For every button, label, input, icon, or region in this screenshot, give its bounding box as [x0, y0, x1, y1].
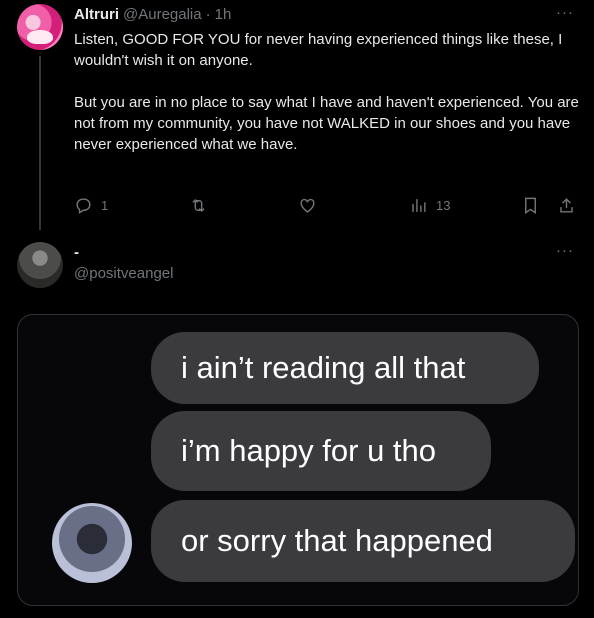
display-name[interactable]: Altruri — [74, 6, 119, 23]
retweet-icon — [192, 198, 205, 213]
reply-handle[interactable]: @positveangel — [74, 265, 173, 282]
reply-count: 1 — [101, 198, 109, 213]
view-count: 13 — [436, 198, 451, 213]
message-bubble: i ain’t reading all that — [151, 332, 539, 404]
tweet-header: Altruri @Auregalia · 1h — [74, 4, 231, 24]
handle[interactable]: @Auregalia — [123, 6, 202, 23]
tweet-paragraph: But you are in no place to say what I ha… — [74, 94, 579, 153]
reply-button[interactable]: 1 — [74, 196, 108, 215]
message-bubble: or sorry that happened — [151, 500, 575, 582]
thread-line — [39, 56, 41, 230]
media-image[interactable]: i ain’t reading all that i’m happy for u… — [17, 314, 579, 606]
like-button[interactable] — [298, 196, 317, 220]
bubble-text: i ain’t reading all that — [181, 350, 466, 385]
retweet-button[interactable] — [189, 196, 208, 220]
bubble-text: or sorry that happened — [181, 523, 493, 558]
share-icon — [560, 198, 573, 213]
views-icon — [412, 199, 426, 212]
more-icon[interactable]: ··· — [556, 4, 574, 21]
message-bubble: i’m happy for u tho — [151, 411, 491, 491]
timestamp[interactable]: 1h — [215, 6, 232, 23]
reply-more-icon[interactable]: ··· — [556, 242, 574, 259]
like-icon — [300, 198, 315, 213]
avatar[interactable] — [17, 4, 63, 50]
reply-avatar[interactable] — [17, 242, 63, 288]
views-button[interactable]: 13 — [409, 196, 450, 215]
share-button[interactable] — [557, 196, 576, 220]
tweet-paragraph: Listen, GOOD FOR YOU for never having ex… — [74, 31, 563, 69]
separator: · — [205, 5, 211, 23]
bookmark-button[interactable] — [521, 196, 540, 220]
chat-avatar — [52, 503, 132, 583]
bubble-text: i’m happy for u tho — [181, 433, 437, 468]
tweet-text: Listen, GOOD FOR YOU for never having ex… — [74, 29, 580, 155]
reply-icon — [76, 198, 91, 214]
bookmark-icon — [525, 197, 536, 214]
reply-display-name[interactable]: - — [74, 244, 79, 261]
